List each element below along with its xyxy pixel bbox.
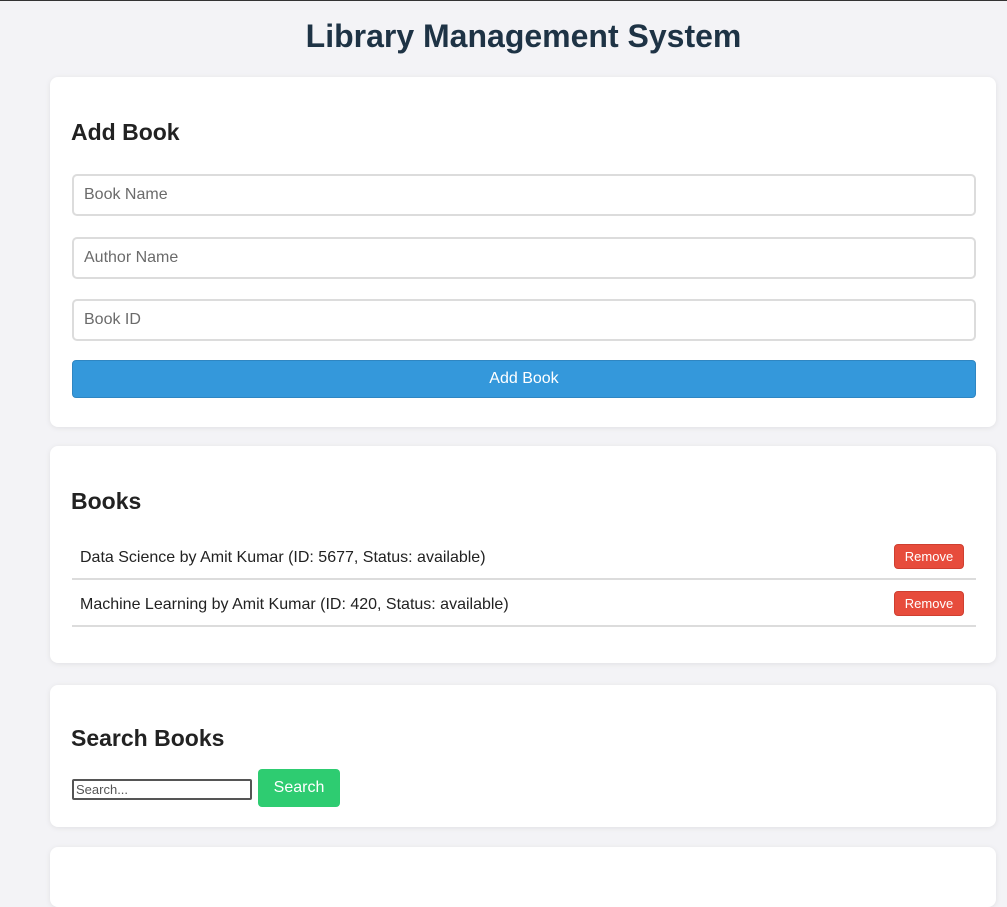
book-item-text: Machine Learning by Amit Kumar (ID: 420,… bbox=[80, 596, 509, 613]
add-book-card: Add Book Add Book bbox=[50, 77, 996, 427]
book-item-text: Data Science by Amit Kumar (ID: 5677, St… bbox=[80, 549, 486, 566]
search-input[interactable] bbox=[72, 779, 252, 800]
book-list-item: Machine Learning by Amit Kumar (ID: 420,… bbox=[72, 582, 976, 627]
next-card bbox=[50, 847, 996, 907]
search-books-card: Search Books Search bbox=[50, 685, 996, 827]
book-name-input[interactable] bbox=[72, 174, 976, 216]
remove-book-button[interactable]: Remove bbox=[894, 544, 964, 569]
remove-book-button[interactable]: Remove bbox=[894, 591, 964, 616]
books-heading: Books bbox=[71, 488, 142, 514]
page-title: Library Management System bbox=[305, 18, 742, 54]
search-books-heading: Search Books bbox=[71, 725, 225, 751]
books-card: Books Data Science by Amit Kumar (ID: 56… bbox=[50, 446, 996, 663]
book-id-input[interactable] bbox=[72, 299, 976, 341]
add-book-button[interactable]: Add Book bbox=[72, 360, 976, 398]
author-name-input[interactable] bbox=[72, 237, 976, 279]
search-button[interactable]: Search bbox=[258, 769, 340, 807]
book-list-item: Data Science by Amit Kumar (ID: 5677, St… bbox=[72, 535, 976, 580]
add-book-heading: Add Book bbox=[71, 119, 180, 145]
